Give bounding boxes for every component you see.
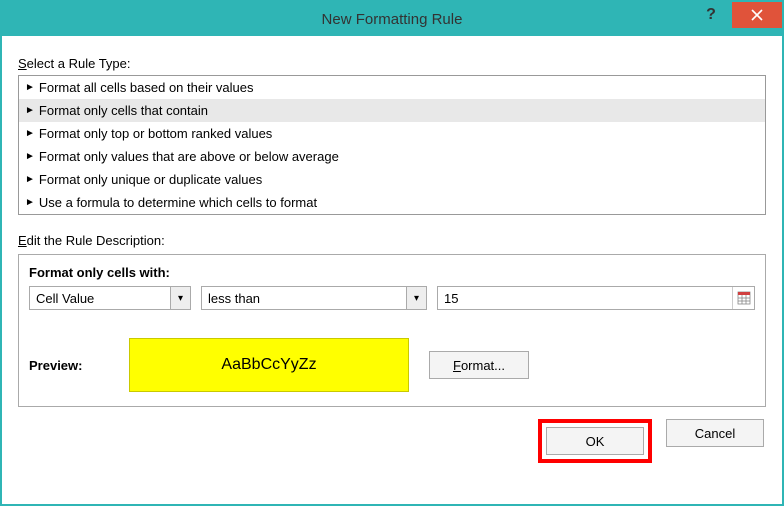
format-only-cells-with-label: Format only cells with: bbox=[29, 265, 755, 280]
close-button[interactable] bbox=[732, 2, 782, 28]
cancel-button[interactable]: Cancel bbox=[666, 419, 764, 447]
chevron-down-icon[interactable]: ▾ bbox=[170, 287, 190, 309]
operator-combo[interactable]: less than ▾ bbox=[201, 286, 427, 310]
cell-value-combo[interactable]: Cell Value ▾ bbox=[29, 286, 191, 310]
rule-type-list[interactable]: ► Format all cells based on their values… bbox=[18, 75, 766, 215]
arrow-icon: ► bbox=[25, 170, 35, 189]
rule-item-label: Format only cells that contain bbox=[39, 101, 208, 120]
preview-label: Preview: bbox=[29, 358, 109, 373]
arrow-icon: ► bbox=[25, 124, 35, 143]
range-selector-icon[interactable] bbox=[732, 287, 754, 309]
dialog-window: New Formatting Rule ? Select a Rule Type… bbox=[0, 0, 784, 506]
help-icon[interactable]: ? bbox=[690, 2, 732, 28]
combo-text: Cell Value bbox=[30, 287, 100, 309]
rule-item-label: Format only top or bottom ranked values bbox=[39, 124, 272, 143]
arrow-icon: ► bbox=[25, 78, 35, 97]
rule-item-3[interactable]: ► Format only values that are above or b… bbox=[19, 145, 765, 168]
rule-item-5[interactable]: ► Use a formula to determine which cells… bbox=[19, 191, 765, 214]
arrow-icon: ► bbox=[25, 147, 35, 166]
arrow-icon: ► bbox=[25, 193, 35, 212]
value-input[interactable]: 15 bbox=[438, 287, 732, 309]
chevron-down-icon[interactable]: ▾ bbox=[406, 287, 426, 309]
rule-item-0[interactable]: ► Format all cells based on their values bbox=[19, 76, 765, 99]
close-icon bbox=[751, 9, 763, 21]
rule-description-group: Format only cells with: Cell Value ▾ les… bbox=[18, 254, 766, 407]
window-controls: ? bbox=[690, 2, 782, 36]
edit-rule-description-label: Edit the Rule Description: bbox=[18, 233, 766, 248]
dialog-content: Select a Rule Type: ► Format all cells b… bbox=[2, 36, 782, 475]
rule-item-label: Format only values that are above or bel… bbox=[39, 147, 339, 166]
format-button-label: Format... bbox=[453, 358, 505, 373]
arrow-icon: ► bbox=[25, 101, 35, 120]
rule-item-4[interactable]: ► Format only unique or duplicate values bbox=[19, 168, 765, 191]
dialog-buttons: OK Cancel bbox=[18, 419, 766, 463]
condition-row: Cell Value ▾ less than ▾ 15 bbox=[29, 286, 755, 310]
titlebar: New Formatting Rule ? bbox=[2, 2, 782, 36]
rule-item-label: Format all cells based on their values bbox=[39, 78, 254, 97]
value-input-wrap: 15 bbox=[437, 286, 755, 310]
rule-item-label: Format only unique or duplicate values bbox=[39, 170, 262, 189]
rule-item-2[interactable]: ► Format only top or bottom ranked value… bbox=[19, 122, 765, 145]
dialog-title: New Formatting Rule bbox=[322, 11, 463, 28]
spreadsheet-icon bbox=[737, 291, 751, 305]
ok-highlight: OK bbox=[538, 419, 652, 463]
ok-button[interactable]: OK bbox=[546, 427, 644, 455]
rule-item-label: Use a formula to determine which cells t… bbox=[39, 193, 317, 212]
preview-row: Preview: AaBbCcYyZz Format... bbox=[29, 338, 755, 392]
rule-item-1[interactable]: ► Format only cells that contain bbox=[19, 99, 765, 122]
preview-box: AaBbCcYyZz bbox=[129, 338, 409, 392]
select-rule-type-label: Select a Rule Type: bbox=[18, 56, 766, 71]
combo-text: less than bbox=[202, 287, 266, 309]
format-button[interactable]: Format... bbox=[429, 351, 529, 379]
